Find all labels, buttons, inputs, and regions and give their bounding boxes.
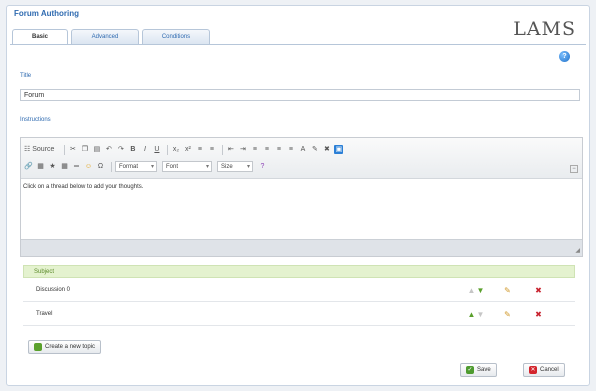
align-center-icon[interactable]: ≡ <box>262 145 271 154</box>
smiley-icon[interactable]: ☺ <box>84 162 93 171</box>
tab-advanced[interactable]: Advanced <box>71 29 139 44</box>
underline-icon[interactable]: U <box>152 145 161 154</box>
create-topic-label: Create a new topic <box>45 344 96 350</box>
align-left-icon[interactable]: ≡ <box>250 145 259 154</box>
toolbar-separator <box>222 144 224 155</box>
row-actions: ▲ ▼ ✎ ✖ <box>467 278 543 302</box>
resize-handle-icon[interactable]: ◢ <box>575 247 580 254</box>
help-icon[interactable]: ? <box>559 51 570 62</box>
cut-icon[interactable]: ✂ <box>68 145 77 154</box>
table-row: Discussion 0 ▲ ▼ ✎ ✖ <box>23 278 575 302</box>
add-icon <box>34 343 42 351</box>
undo-icon[interactable]: ↶ <box>104 145 113 154</box>
indent-icon[interactable]: ⇥ <box>238 145 247 154</box>
row-actions: ▲ ▼ ✎ ✖ <box>467 302 543 326</box>
rich-text-editor: ☷ Source ✂ ❐ ▤ ↶ ↷ B I U x₂ x² ≡ ≡ ⇤ ⇥ ≡… <box>20 137 583 257</box>
source-button[interactable]: ☷ Source <box>24 145 58 154</box>
remove-format-icon[interactable]: ✖ <box>322 145 331 154</box>
horizontal-rule-icon[interactable]: ═ <box>72 162 81 171</box>
editor-content[interactable]: Click on a thread below to add your thou… <box>21 179 582 239</box>
collapse-toolbar-icon[interactable]: − <box>570 165 578 173</box>
justify-icon[interactable]: ≡ <box>286 145 295 154</box>
save-label: Save <box>477 367 491 373</box>
edit-icon[interactable]: ✎ <box>503 310 512 319</box>
move-down-icon[interactable]: ▼ <box>476 286 485 295</box>
save-button[interactable]: ✓ Save <box>460 363 497 377</box>
align-right-icon[interactable]: ≡ <box>274 145 283 154</box>
toolbar-separator <box>167 144 169 155</box>
italic-icon[interactable]: I <box>140 145 149 154</box>
special-char-icon[interactable]: Ω <box>96 162 105 171</box>
move-up-icon: ▲ <box>467 285 476 295</box>
tab-bar: Basic Advanced Conditions <box>12 29 213 45</box>
bold-icon[interactable]: B <box>128 145 137 154</box>
topics-table: Subject Discussion 0 ▲ ▼ ✎ ✖ Travel ▲ ▼ … <box>23 265 575 326</box>
cancel-icon: ✕ <box>529 366 537 374</box>
toolbar-separator <box>64 144 66 155</box>
delete-icon[interactable]: ✖ <box>534 310 543 319</box>
delete-icon[interactable]: ✖ <box>534 286 543 295</box>
source-icon: ☷ <box>24 146 31 153</box>
cancel-label: Cancel <box>540 367 559 373</box>
topics-header: Subject <box>23 265 575 278</box>
copy-icon[interactable]: ❐ <box>80 145 89 154</box>
image-icon[interactable]: ▦ <box>36 162 45 171</box>
numbered-list-icon[interactable]: ≡ <box>195 145 204 154</box>
about-icon[interactable]: ? <box>258 162 267 171</box>
editor-toolbar: ☷ Source ✂ ❐ ▤ ↶ ↷ B I U x₂ x² ≡ ≡ ⇤ ⇥ ≡… <box>21 138 582 179</box>
lams-logo: LAMS <box>513 18 576 40</box>
paste-icon[interactable]: ▤ <box>92 145 101 154</box>
editor-footer: ◢ <box>21 239 582 256</box>
cancel-button[interactable]: ✕ Cancel <box>523 363 565 377</box>
tab-divider <box>10 44 586 45</box>
table-row: Travel ▲ ▼ ✎ ✖ <box>23 302 575 326</box>
source-label: Source <box>32 146 55 153</box>
text-color-icon[interactable]: A <box>298 145 307 154</box>
bg-color-icon[interactable]: ✎ <box>310 145 319 154</box>
redo-icon[interactable]: ↷ <box>116 145 125 154</box>
outdent-icon[interactable]: ⇤ <box>226 145 235 154</box>
topic-name[interactable]: Travel <box>36 311 52 317</box>
tab-conditions[interactable]: Conditions <box>142 29 210 44</box>
format-select[interactable]: Format <box>115 161 157 172</box>
title-label: Title <box>20 73 32 79</box>
superscript-icon[interactable]: x² <box>183 145 192 154</box>
move-up-icon[interactable]: ▲ <box>467 310 476 319</box>
table-icon[interactable]: ▦ <box>60 162 69 171</box>
create-topic-button[interactable]: Create a new topic <box>28 340 102 354</box>
instructions-label: Instructions <box>20 117 51 123</box>
link-icon[interactable]: 🔗 <box>24 162 33 171</box>
subscript-icon[interactable]: x₂ <box>171 145 180 154</box>
toolbar-separator <box>111 161 112 172</box>
flash-icon[interactable]: ★ <box>48 162 57 171</box>
title-input[interactable] <box>20 89 580 101</box>
tab-basic[interactable]: Basic <box>12 29 68 45</box>
font-select[interactable]: Font <box>162 161 212 172</box>
save-icon: ✓ <box>466 366 474 374</box>
edit-icon[interactable]: ✎ <box>503 286 512 295</box>
topic-name[interactable]: Discussion 0 <box>36 287 70 293</box>
bullet-list-icon[interactable]: ≡ <box>207 145 216 154</box>
size-select[interactable]: Size <box>217 161 253 172</box>
maximize-icon[interactable]: ▣ <box>334 145 344 154</box>
move-down-icon: ▼ <box>476 309 485 319</box>
app-title: Forum Authoring <box>14 9 80 18</box>
